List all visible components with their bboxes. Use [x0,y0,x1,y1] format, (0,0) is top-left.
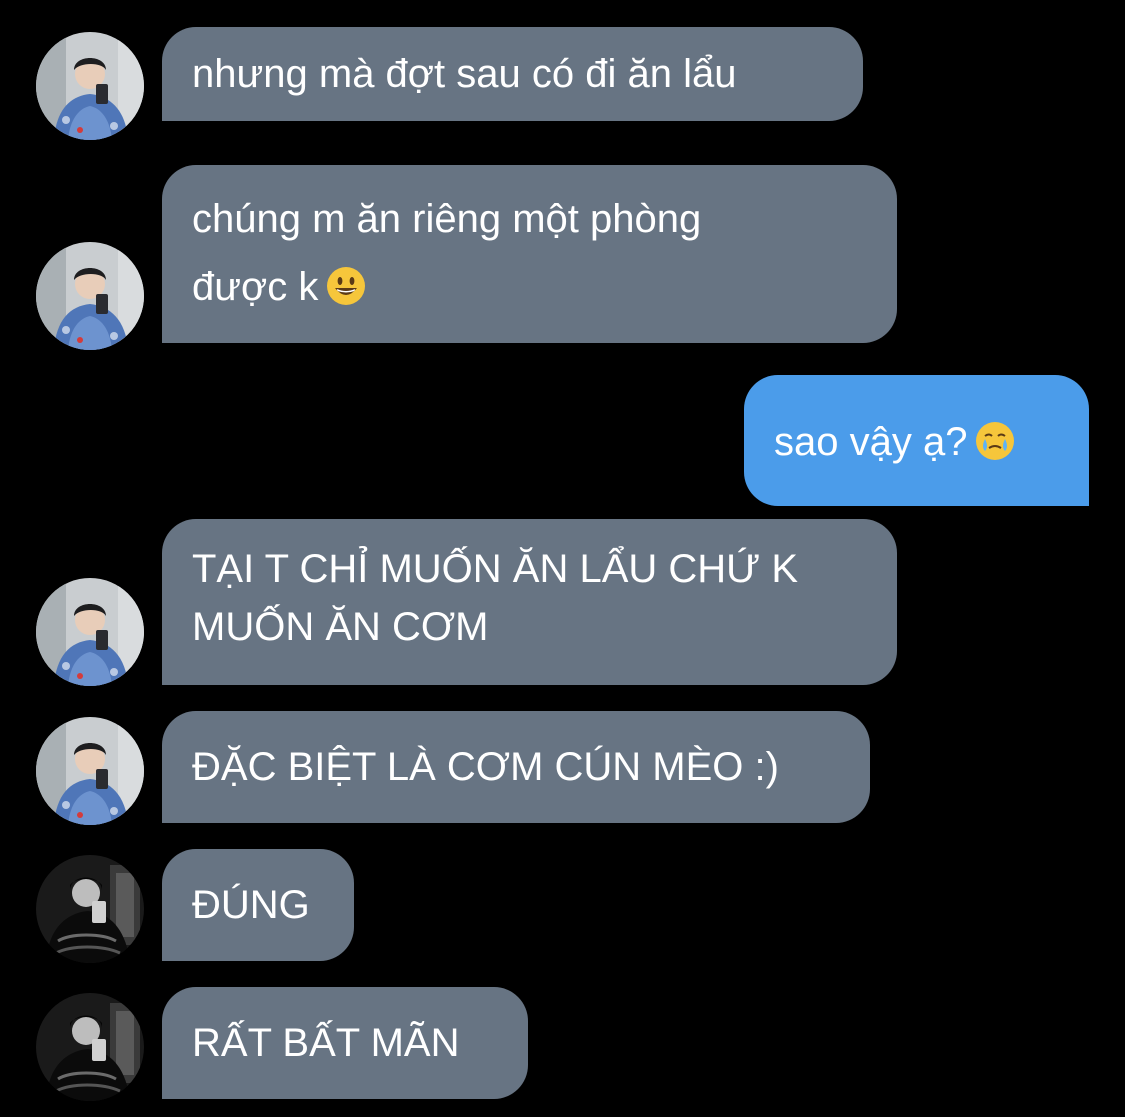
avatar[interactable] [36,855,144,963]
message-text-line: được k [192,253,867,321]
avatar[interactable] [36,578,144,686]
avatar[interactable] [36,242,144,350]
message-bubble-incoming[interactable]: chúng m ăn riêng một phòng được k [162,165,897,343]
message-text-line: chúng m ăn riêng một phòng [192,197,702,241]
message-text: sao vậy ạ? [774,420,968,464]
message-bubble-incoming[interactable]: ĐÚNG [162,849,354,961]
message-text-line: MUỐN ĂN CƠM [192,605,489,649]
avatar[interactable] [36,717,144,825]
profile-photo [36,242,144,350]
chat-thread: nhưng mà đợt sau có đi ăn lẩu chúng m ăn… [0,0,1125,1117]
grinning-face-icon [326,266,366,306]
message-text-line: sao vậy ạ? [774,408,1059,476]
message-bubble-incoming[interactable]: TẠI T CHỈ MUỐN ĂN LẨU CHỨ K MUỐN ĂN CƠM [162,519,897,685]
message-text: nhưng mà đợt sau có đi ăn lẩu [192,52,737,96]
message-text: RẤT BẤT MÃN [192,1021,460,1065]
profile-photo [36,717,144,825]
face-holding-back-tears-icon [975,421,1015,461]
avatar[interactable] [36,32,144,140]
message-bubble-outgoing[interactable]: sao vậy ạ? [744,375,1089,506]
message-text: ĐÚNG [192,883,310,927]
profile-photo [36,855,144,963]
message-bubble-incoming[interactable]: RẤT BẤT MÃN [162,987,528,1099]
message-text: ĐẶC BIỆT LÀ CƠM CÚN MÈO :) [192,745,779,789]
avatar[interactable] [36,993,144,1101]
message-text: được k [192,265,319,309]
message-bubble-incoming[interactable]: nhưng mà đợt sau có đi ăn lẩu [162,27,863,121]
message-bubble-incoming[interactable]: ĐẶC BIỆT LÀ CƠM CÚN MÈO :) [162,711,870,823]
message-text-line: TẠI T CHỈ MUỐN ĂN LẨU CHỨ K [192,547,799,591]
profile-photo [36,993,144,1101]
profile-photo [36,578,144,686]
profile-photo [36,32,144,140]
